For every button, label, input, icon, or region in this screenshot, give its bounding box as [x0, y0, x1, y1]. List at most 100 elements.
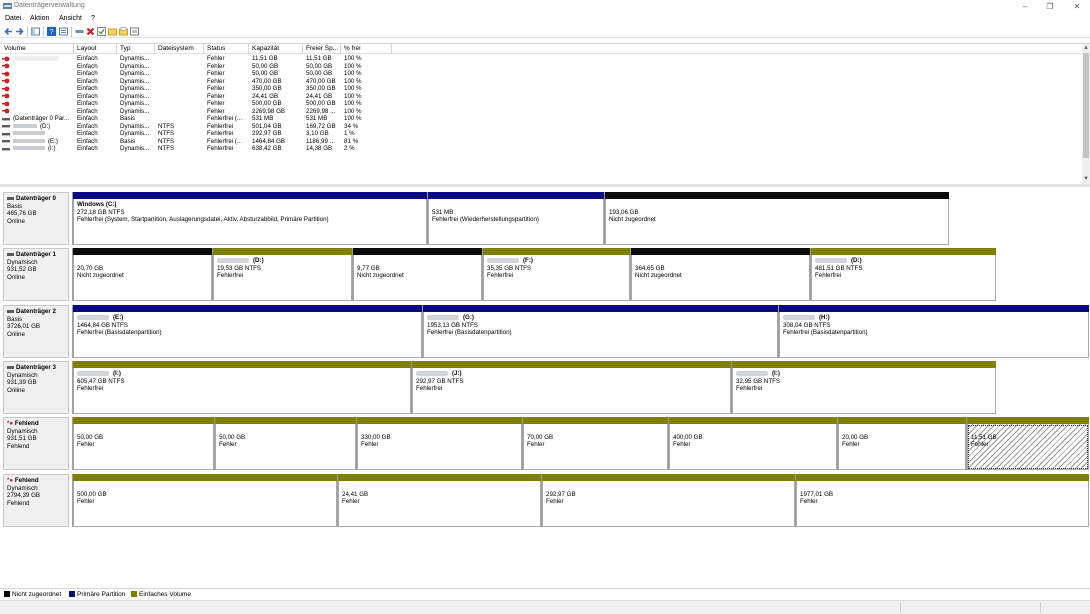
open-folder-icon[interactable] — [119, 27, 128, 36]
partition-size: 272,18 GB NTFS — [77, 208, 125, 216]
menu-aktion[interactable]: Aktion — [30, 15, 49, 22]
partition[interactable]: 11,51 GB Fehler — [966, 417, 1089, 470]
partition-color-bar — [423, 305, 778, 312]
partition[interactable]: (D:) 19,53 GB NTFS Fehlerfrei — [212, 248, 352, 301]
table-row[interactable]: Einfach Dynamis... Fehler 11,51 GB 11,51 GB 1… — [0, 55, 1082, 63]
list-scrollbar[interactable]: ▲ ▼ — [1082, 44, 1090, 184]
table-cell — [2, 78, 74, 86]
partition[interactable]: 20,00 GB Fehler — [837, 417, 966, 470]
col-type[interactable]: Typ — [118, 44, 155, 54]
partition[interactable]: Windows (C:) 272,18 GB NTFS Fehlerfrei (Sy… — [72, 192, 427, 245]
disk-type: Dynamisch — [7, 427, 38, 435]
col-percent-free[interactable]: % frei — [342, 44, 392, 54]
partition-size: 292,97 GB — [546, 490, 576, 498]
col-status[interactable]: Status — [205, 44, 249, 54]
table-row[interactable]: Einfach Dynamis... Fehler 50,00 GB 50,00 GB 1… — [0, 70, 1082, 78]
partition-body: 50,00 GB Fehler — [215, 424, 356, 470]
partition-body: 1977,01 GB Fehler — [796, 481, 1089, 527]
partition-color-bar — [811, 248, 996, 255]
table-row[interactable]: Einfach Dynamis... Fehler 350,00 GB 350,00 G… — [0, 85, 1082, 93]
table-row[interactable]: Einfach Dynamis... Fehler 500,00 GB 500,00 G… — [0, 100, 1082, 108]
menu-help[interactable]: ? — [91, 15, 95, 22]
disk-row[interactable]: Datenträger 0 Basis 465,76 GB Online Windows… — [3, 192, 1090, 245]
partition[interactable]: 70,00 GB Fehler — [522, 417, 668, 470]
connect-icon[interactable] — [75, 27, 84, 36]
new-folder-icon[interactable] — [108, 27, 117, 36]
partition[interactable]: (F:) 35,35 GB NTFS Fehlerfrei — [482, 248, 630, 301]
minimize-button[interactable]: – — [1018, 1, 1032, 12]
table-cell: Fehlerfrei — [207, 122, 234, 130]
col-free-space[interactable]: Freier Sp... — [304, 44, 341, 54]
col-layout[interactable]: Layout — [75, 44, 117, 54]
table-row[interactable]: Einfach Dynamis... Fehler 24,41 GB 24,41 GB 1… — [0, 93, 1082, 101]
partition[interactable]: 9,77 GB Nicht zugeordnet — [352, 248, 482, 301]
scroll-down-icon[interactable]: ▼ — [1082, 175, 1090, 183]
table-cell: 531 MB — [306, 115, 328, 122]
col-volume[interactable]: Volume — [2, 44, 74, 54]
disk-row[interactable]: Datenträger 3 Dynamisch 931,39 GB Online (I:… — [3, 361, 1090, 414]
partition[interactable]: 24,41 GB Fehler — [337, 474, 541, 527]
partition[interactable]: 500,00 GB Fehler — [72, 474, 337, 527]
properties-icon[interactable] — [59, 27, 68, 36]
disk-label[interactable]: Datenträger 2 Basis 3726,01 GB Online — [3, 305, 69, 358]
table-row[interactable]: (Datenträger 0 Par... Einfach Basis Fehlerf… — [0, 115, 1082, 123]
disk-row[interactable]: Datenträger 1 Dynamisch 931,52 GB Online 20,… — [3, 248, 1090, 301]
partition[interactable]: (H:) 308,04 GB NTFS Fehlerfrei (Basisdaten… — [778, 305, 1089, 358]
table-row[interactable]: Einfach Dynamis... Fehler 470,00 GB 470,00 G… — [0, 78, 1082, 86]
error-volume-icon — [2, 71, 10, 77]
disk-row[interactable]: Datenträger 2 Basis 3726,01 GB Online (E:) 14… — [3, 305, 1090, 358]
scroll-thumb[interactable] — [1083, 53, 1089, 158]
menu-datei[interactable]: Datei — [5, 15, 21, 22]
partition[interactable]: (E:) 1464,84 GB NTFS Fehlerfrei (Basisdate… — [72, 305, 422, 358]
forward-arrow-icon[interactable] — [15, 27, 24, 36]
partition[interactable]: 50,00 GB Fehler — [214, 417, 356, 470]
disk-list-icon[interactable] — [130, 27, 139, 36]
check-icon[interactable] — [97, 27, 106, 36]
disk-label[interactable]: Datenträger 3 Dynamisch 931,39 GB Online — [3, 361, 69, 414]
disk-label[interactable]: Datenträger 1 Dynamisch 931,52 GB Online — [3, 248, 69, 301]
table-row[interactable]: (E:) Einfach Basis NTFS Fehlerfrei (... 1464,… — [0, 138, 1082, 146]
table-row[interactable]: (I:) Einfach Dynamis... NTFS Fehlerfrei 638,4… — [0, 145, 1082, 153]
partition[interactable]: (J:) 292,97 GB NTFS Fehlerfrei — [411, 361, 731, 414]
table-row[interactable]: Einfach Dynamis... Fehler 2269,98 GB 2269,98… — [0, 108, 1082, 116]
disk-label[interactable]: Datenträger 0 Basis 465,76 GB Online — [3, 192, 69, 245]
partition[interactable]: 20,70 GB Nicht zugeordnet — [72, 248, 212, 301]
partition[interactable]: (I:) 605,47 GB NTFS Fehlerfrei — [72, 361, 411, 414]
table-cell: 2269,98 GB — [252, 107, 286, 115]
close-button[interactable]: ✕ — [1070, 1, 1084, 12]
menu-ansicht[interactable]: Ansicht — [59, 15, 82, 22]
maximize-button[interactable]: ❐ — [1043, 1, 1057, 12]
table-row[interactable]: (D:) Einfach Dynamis... NTFS Fehlerfrei 501,0… — [0, 123, 1082, 131]
disk-label[interactable]: *● Fehlend Dynamisch 931,51 GB Fehlend — [3, 417, 69, 470]
table-cell: 100 % — [344, 92, 362, 100]
partition[interactable]: 531 MB Fehlerfrei (Wiederherstellungspart… — [427, 192, 604, 245]
table-cell: Dynamis... — [120, 85, 150, 92]
col-capacity[interactable]: Kapazität — [250, 44, 303, 54]
partition[interactable]: 292,97 GB Fehler — [541, 474, 795, 527]
partition[interactable]: (D:) 481,51 GB NTFS Fehlerfrei — [810, 248, 996, 301]
disk-label[interactable]: *● Fehlend Dynamisch 2794,39 GB Fehlend — [3, 474, 69, 527]
partition[interactable]: 400,00 GB Fehler — [668, 417, 837, 470]
disk-row[interactable]: *● Fehlend Dynamisch 2794,39 GB Fehlend 500,… — [3, 474, 1090, 527]
table-row[interactable]: Einfach Dynamis... Fehler 50,00 GB 50,00 GB 1… — [0, 63, 1082, 71]
scroll-up-icon[interactable]: ▲ — [1082, 44, 1090, 52]
delete-icon[interactable] — [86, 27, 95, 36]
col-filesystem[interactable]: Dateisystem — [156, 44, 204, 54]
table-cell: Fehler — [207, 70, 225, 77]
partition[interactable]: 330,00 GB Fehler — [356, 417, 522, 470]
table-cell: NTFS — [158, 137, 175, 145]
partition[interactable]: (G:) 1953,13 GB NTFS Fehlerfrei (Basisdate… — [422, 305, 778, 358]
partition[interactable]: 50,00 GB Fehler — [72, 417, 214, 470]
help-icon[interactable]: ? — [47, 27, 56, 36]
partition-body: 50,00 GB Fehler — [73, 424, 214, 470]
partition[interactable]: 1977,01 GB Fehler — [795, 474, 1089, 527]
partition[interactable]: 364,65 GB Nicht zugeordnet — [630, 248, 810, 301]
partition[interactable]: 193,06 GB Nicht zugeordnet — [604, 192, 949, 245]
console-tree-icon[interactable] — [31, 27, 40, 36]
status-bar — [0, 600, 1090, 614]
table-row[interactable]: Einfach Dynamis... NTFS Fehlerfrei 292,97 GB… — [0, 130, 1082, 138]
disk-row[interactable]: *● Fehlend Dynamisch 931,51 GB Fehlend 50,00… — [3, 417, 1090, 470]
partition-status: Fehler — [842, 441, 860, 448]
back-arrow-icon[interactable] — [4, 27, 13, 36]
partition[interactable]: (I:) 32,95 GB NTFS Fehlerfrei — [731, 361, 996, 414]
